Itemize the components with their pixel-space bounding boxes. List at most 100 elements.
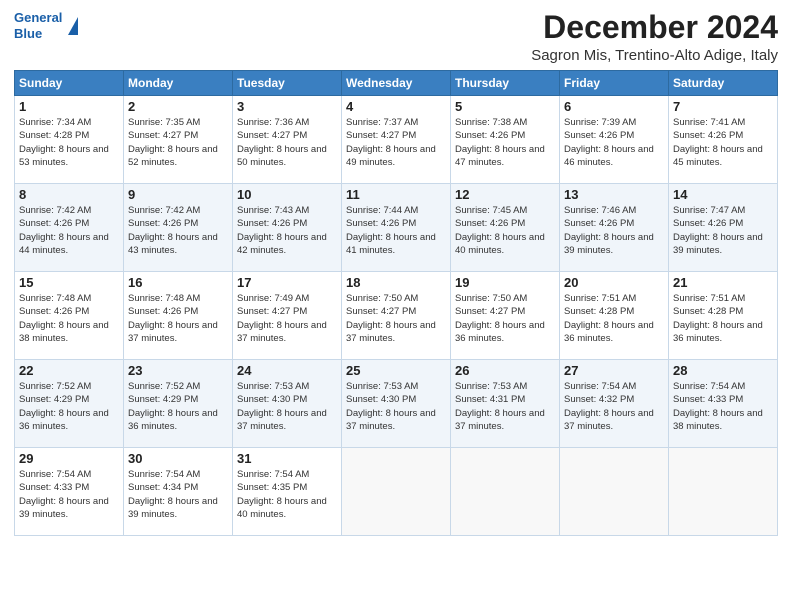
- col-wednesday: Wednesday: [342, 71, 451, 96]
- logo-line2: Blue: [14, 26, 62, 42]
- logo-triangle-icon: [68, 17, 78, 35]
- daylight-text: Daylight: 8 hours and 49 minutes.: [346, 143, 446, 170]
- sunrise-text: Sunrise: 7:54 AM: [19, 468, 119, 481]
- table-row: 12Sunrise: 7:45 AMSunset: 4:26 PMDayligh…: [451, 184, 560, 272]
- sunset-text: Sunset: 4:35 PM: [237, 481, 337, 494]
- sunrise-text: Sunrise: 7:49 AM: [237, 292, 337, 305]
- sunset-text: Sunset: 4:28 PM: [564, 305, 664, 318]
- daylight-text: Daylight: 8 hours and 37 minutes.: [455, 407, 555, 434]
- table-row: 14 Sunrise: 7:47 AMSunset: 4:26 PMDayligh…: [669, 184, 778, 272]
- calendar-week-row: 1 Sunrise: 7:34 AMSunset: 4:28 PMDaylight…: [15, 96, 778, 184]
- table-row: 9Sunrise: 7:42 AMSunset: 4:26 PMDaylight…: [124, 184, 233, 272]
- sunset-text: Sunset: 4:31 PM: [455, 393, 555, 406]
- col-sunday: Sunday: [15, 71, 124, 96]
- sunset-text: Sunset: 4:30 PM: [237, 393, 337, 406]
- sunrise-text: Sunrise: 7:42 AM: [19, 204, 119, 217]
- day-number: 18: [346, 275, 446, 290]
- day-number: 30: [128, 451, 228, 466]
- day-number: 1: [19, 99, 119, 114]
- table-row: 26Sunrise: 7:53 AMSunset: 4:31 PMDayligh…: [451, 360, 560, 448]
- table-row: [451, 448, 560, 536]
- daylight-text: Daylight: 8 hours and 36 minutes.: [128, 407, 228, 434]
- day-number: 23: [128, 363, 228, 378]
- table-row: 15Sunrise: 7:48 AMSunset: 4:26 PMDayligh…: [15, 272, 124, 360]
- sunset-text: Sunset: 4:28 PM: [673, 305, 773, 318]
- table-row: 23 Sunrise: 7:52 AMSunset: 4:29 PMDayligh…: [124, 360, 233, 448]
- table-row: 25Sunrise: 7:53 AMSunset: 4:30 PMDayligh…: [342, 360, 451, 448]
- calendar-week-row: 22Sunrise: 7:52 AMSunset: 4:29 PMDayligh…: [15, 360, 778, 448]
- sunrise-text: Sunrise: 7:47 AM: [673, 204, 773, 217]
- daylight-text: Daylight: 8 hours and 37 minutes.: [346, 407, 446, 434]
- sunrise-text: Sunrise: 7:52 AM: [19, 380, 119, 393]
- table-row: 31 Sunrise: 7:54 AMSunset: 4:35 PMDayligh…: [233, 448, 342, 536]
- table-row: 10Sunrise: 7:43 AMSunset: 4:26 PMDayligh…: [233, 184, 342, 272]
- sunset-text: Sunset: 4:26 PM: [455, 129, 555, 142]
- table-row: 8Sunrise: 7:42 AMSunset: 4:26 PMDaylight…: [15, 184, 124, 272]
- day-number: 20: [564, 275, 664, 290]
- sunrise-text: Sunrise: 7:48 AM: [19, 292, 119, 305]
- day-info: Sunrise: 7:52 AMSunset: 4:29 PMDaylight:…: [19, 380, 119, 433]
- day-number: 31: [237, 451, 337, 466]
- table-row: 17Sunrise: 7:49 AMSunset: 4:27 PMDayligh…: [233, 272, 342, 360]
- sunset-text: Sunset: 4:30 PM: [346, 393, 446, 406]
- daylight-text: Daylight: 8 hours and 38 minutes.: [673, 407, 773, 434]
- table-row: 1 Sunrise: 7:34 AMSunset: 4:28 PMDaylight…: [15, 96, 124, 184]
- day-number: 4: [346, 99, 446, 114]
- day-number: 11: [346, 187, 446, 202]
- sunrise-text: Sunrise: 7:50 AM: [455, 292, 555, 305]
- sunset-text: Sunset: 4:26 PM: [455, 217, 555, 230]
- logo-text-block: General Blue: [14, 10, 62, 41]
- daylight-text: Daylight: 8 hours and 40 minutes.: [455, 231, 555, 258]
- sunset-text: Sunset: 4:27 PM: [455, 305, 555, 318]
- daylight-text: Daylight: 8 hours and 43 minutes.: [128, 231, 228, 258]
- sunrise-text: Sunrise: 7:43 AM: [237, 204, 337, 217]
- table-row: 16Sunrise: 7:48 AMSunset: 4:26 PMDayligh…: [124, 272, 233, 360]
- day-info: Sunrise: 7:54 AMSunset: 4:35 PMDaylight:…: [237, 468, 337, 521]
- sunrise-text: Sunrise: 7:35 AM: [128, 116, 228, 129]
- daylight-text: Daylight: 8 hours and 47 minutes.: [455, 143, 555, 170]
- sunrise-text: Sunrise: 7:50 AM: [346, 292, 446, 305]
- day-info: Sunrise: 7:38 AMSunset: 4:26 PMDaylight:…: [455, 116, 555, 169]
- day-number: 7: [673, 99, 773, 114]
- daylight-text: Daylight: 8 hours and 38 minutes.: [19, 319, 119, 346]
- sunset-text: Sunset: 4:27 PM: [128, 129, 228, 142]
- table-row: 20Sunrise: 7:51 AMSunset: 4:28 PMDayligh…: [560, 272, 669, 360]
- day-number: 25: [346, 363, 446, 378]
- sunrise-text: Sunrise: 7:54 AM: [564, 380, 664, 393]
- sunset-text: Sunset: 4:33 PM: [673, 393, 773, 406]
- daylight-text: Daylight: 8 hours and 37 minutes.: [237, 407, 337, 434]
- sunrise-text: Sunrise: 7:46 AM: [564, 204, 664, 217]
- table-row: 18Sunrise: 7:50 AMSunset: 4:27 PMDayligh…: [342, 272, 451, 360]
- day-number: 5: [455, 99, 555, 114]
- sunset-text: Sunset: 4:33 PM: [19, 481, 119, 494]
- table-row: 7Sunrise: 7:41 AMSunset: 4:26 PMDaylight…: [669, 96, 778, 184]
- col-monday: Monday: [124, 71, 233, 96]
- day-info: Sunrise: 7:42 AMSunset: 4:26 PMDaylight:…: [128, 204, 228, 257]
- sunrise-text: Sunrise: 7:52 AM: [128, 380, 228, 393]
- day-number: 14: [673, 187, 773, 202]
- calendar-week-row: 15Sunrise: 7:48 AMSunset: 4:26 PMDayligh…: [15, 272, 778, 360]
- sunset-text: Sunset: 4:27 PM: [346, 129, 446, 142]
- daylight-text: Daylight: 8 hours and 36 minutes.: [455, 319, 555, 346]
- day-number: 26: [455, 363, 555, 378]
- day-info: Sunrise: 7:36 AMSunset: 4:27 PMDaylight:…: [237, 116, 337, 169]
- day-info: Sunrise: 7:48 AMSunset: 4:26 PMDaylight:…: [19, 292, 119, 345]
- sunset-text: Sunset: 4:26 PM: [19, 217, 119, 230]
- sunset-text: Sunset: 4:26 PM: [564, 217, 664, 230]
- day-info: Sunrise: 7:47 AMSunset: 4:26 PMDaylight:…: [673, 204, 773, 257]
- daylight-text: Daylight: 8 hours and 40 minutes.: [237, 495, 337, 522]
- sunrise-text: Sunrise: 7:44 AM: [346, 204, 446, 217]
- sunrise-text: Sunrise: 7:51 AM: [673, 292, 773, 305]
- day-info: Sunrise: 7:34 AMSunset: 4:28 PMDaylight:…: [19, 116, 119, 169]
- day-number: 3: [237, 99, 337, 114]
- day-info: Sunrise: 7:54 AMSunset: 4:34 PMDaylight:…: [128, 468, 228, 521]
- day-info: Sunrise: 7:39 AMSunset: 4:26 PMDaylight:…: [564, 116, 664, 169]
- sunset-text: Sunset: 4:29 PM: [128, 393, 228, 406]
- sunset-text: Sunset: 4:34 PM: [128, 481, 228, 494]
- table-row: 22Sunrise: 7:52 AMSunset: 4:29 PMDayligh…: [15, 360, 124, 448]
- col-saturday: Saturday: [669, 71, 778, 96]
- day-number: 2: [128, 99, 228, 114]
- calendar-table: Sunday Monday Tuesday Wednesday Thursday…: [14, 70, 778, 536]
- sunrise-text: Sunrise: 7:53 AM: [237, 380, 337, 393]
- header: General Blue December 2024 Sagron Mis, T…: [14, 10, 778, 64]
